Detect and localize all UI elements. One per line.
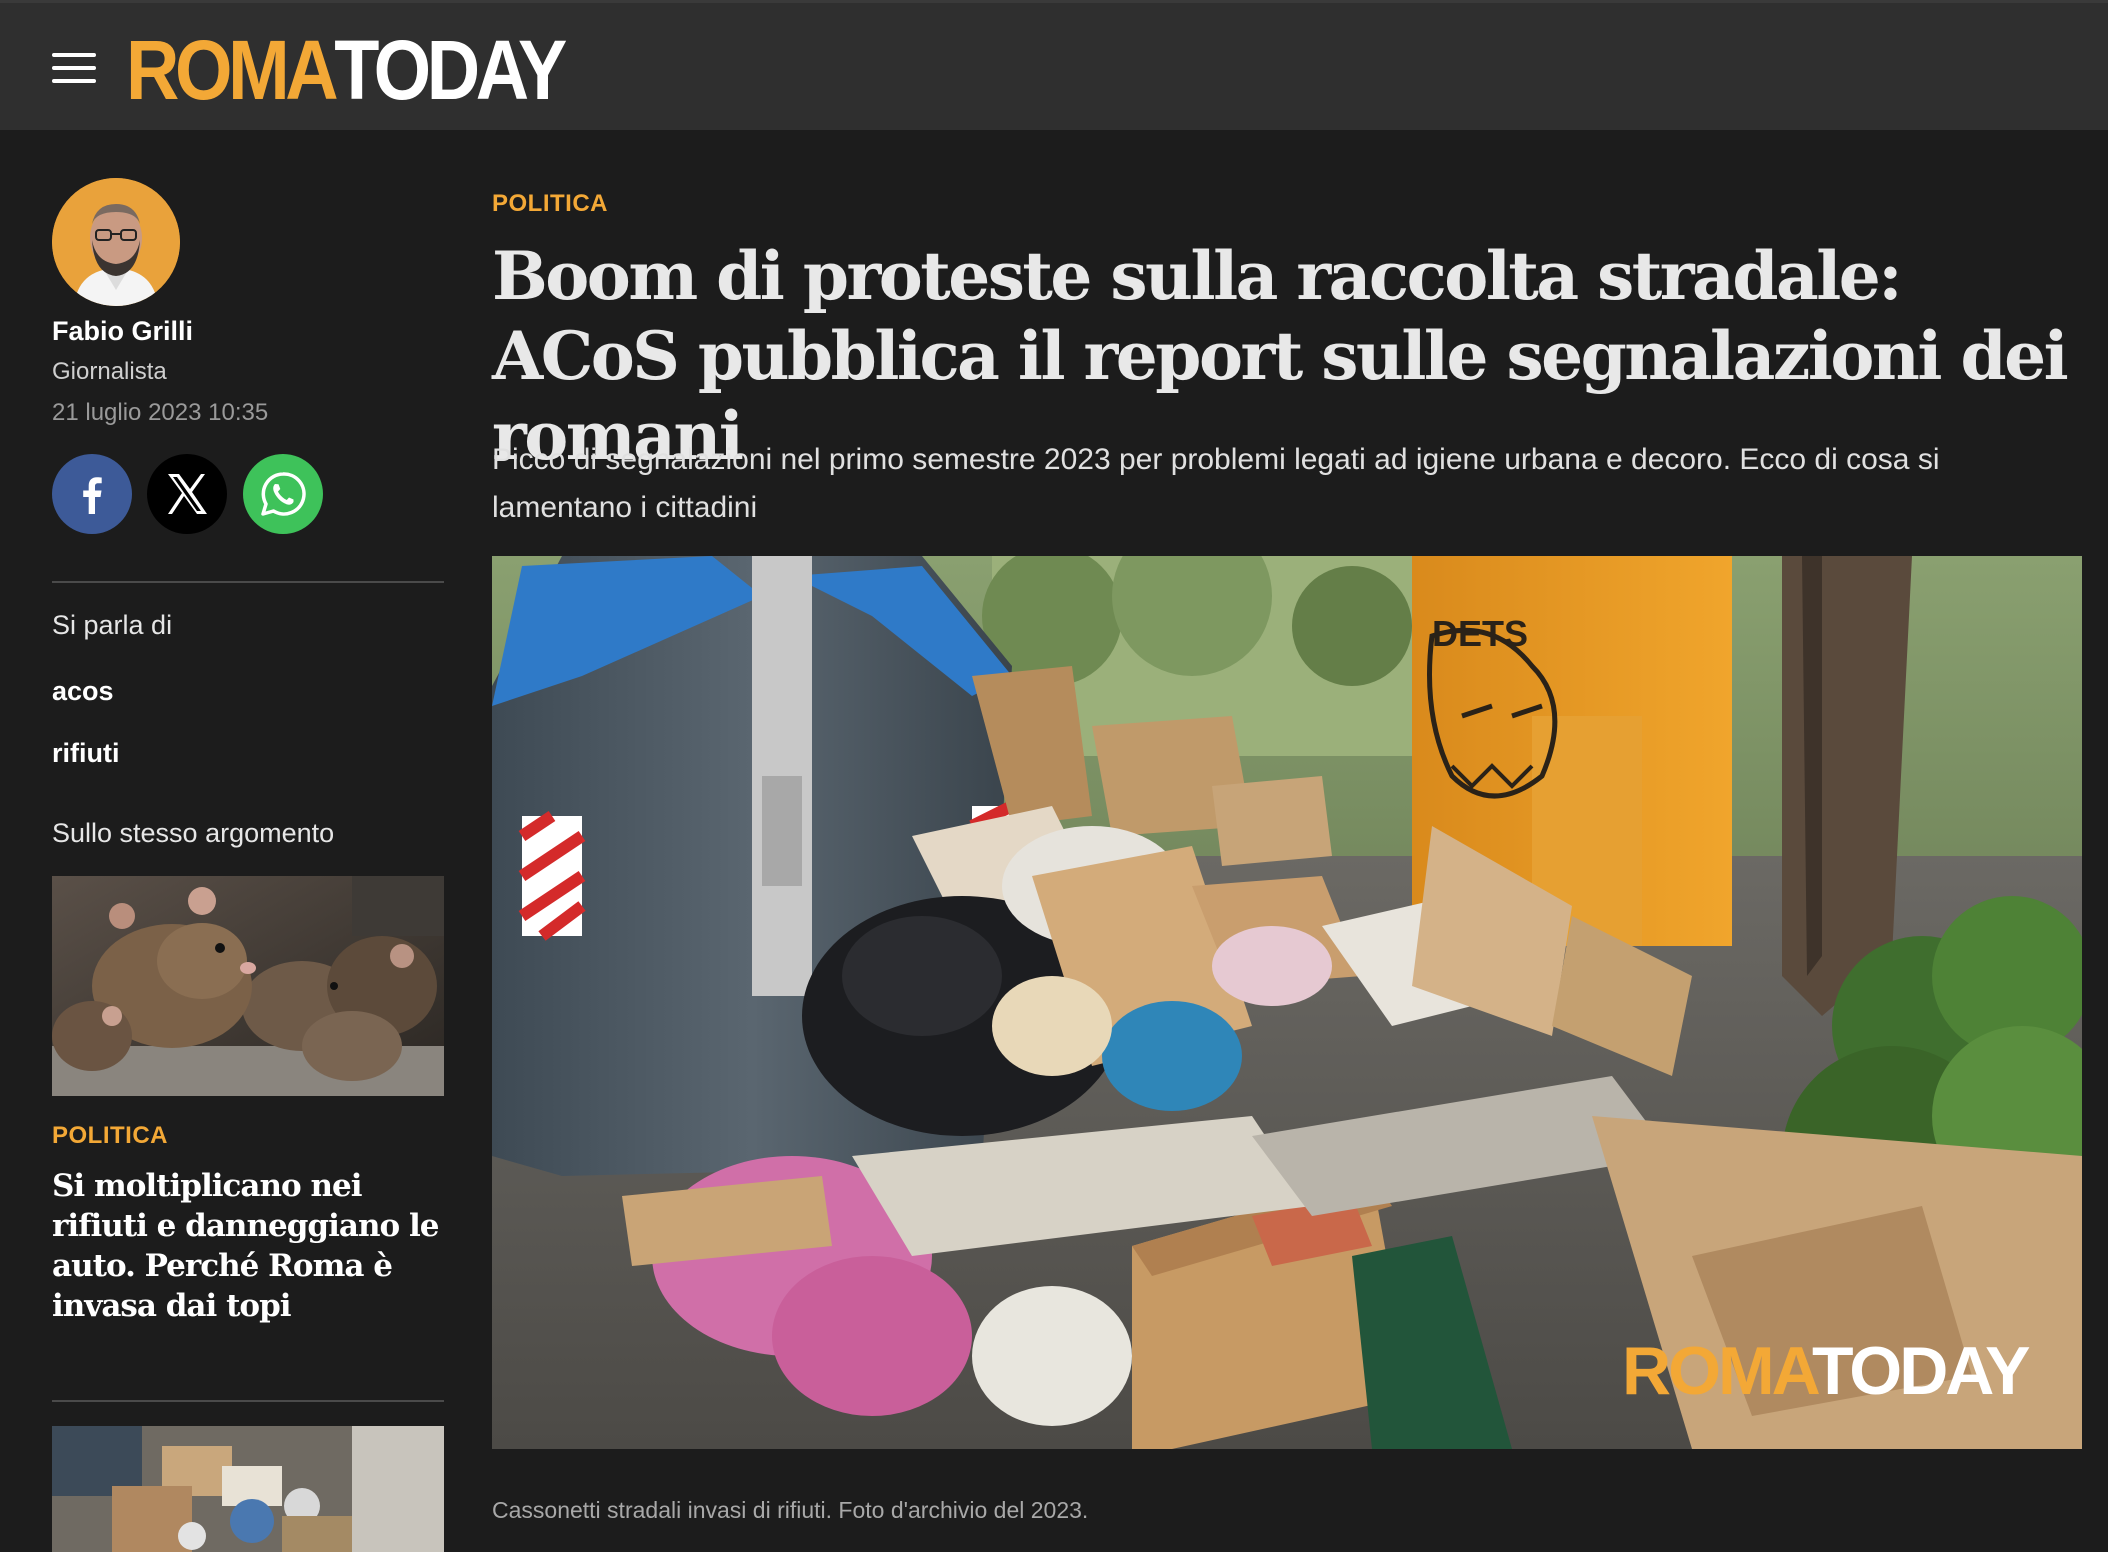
publish-date: 21 luglio 2023 10:35 [52, 399, 269, 426]
related-article-thumbnail-2[interactable] [52, 1426, 444, 1552]
svg-text:DETS: DETS [1432, 613, 1528, 654]
photo-watermark-roma: ROMA [1622, 1333, 1820, 1409]
hamburger-menu-icon[interactable] [52, 53, 96, 83]
share-facebook-button[interactable] [52, 454, 132, 534]
related-label: Sullo stesso argomento [52, 818, 335, 848]
article-subtitle: Picco di segnalazioni nel primo semestre… [492, 443, 1940, 524]
author-name[interactable]: Fabio Grilli [52, 316, 193, 347]
photo-watermark-today: TODAY [1812, 1333, 2030, 1409]
author-role: Giornalista [52, 358, 167, 385]
topics-label: Si parla di [52, 610, 173, 640]
share-whatsapp-button[interactable] [243, 454, 323, 534]
site-logo[interactable]: ROMA TODAY [126, 23, 567, 117]
author-avatar[interactable] [52, 178, 180, 306]
related-article-thumbnail[interactable] [52, 876, 444, 1096]
tag-rifiuti[interactable]: rifiuti [52, 738, 120, 769]
related-article-category[interactable]: POLITICA [52, 1122, 168, 1150]
share-x-button[interactable] [147, 454, 227, 534]
article-main-photo[interactable]: DETS ROMA TODAY [492, 556, 2082, 1449]
photo-caption: Cassonetti stradali invasi di rifiuti. F… [492, 1497, 1089, 1523]
sidebar-divider [52, 581, 444, 583]
related-article-title[interactable]: Si moltiplicano nei rifiuti e danneggian… [52, 1166, 452, 1326]
site-header: ROMA TODAY [0, 0, 2108, 130]
logo-today: TODAY [334, 22, 567, 117]
whatsapp-icon [261, 472, 306, 516]
related-divider [52, 1400, 444, 1402]
tag-acos[interactable]: acos [52, 676, 114, 707]
facebook-icon [83, 477, 102, 514]
article-category[interactable]: POLITICA [492, 190, 608, 218]
x-icon [168, 474, 207, 514]
logo-roma: ROMA [126, 22, 339, 117]
